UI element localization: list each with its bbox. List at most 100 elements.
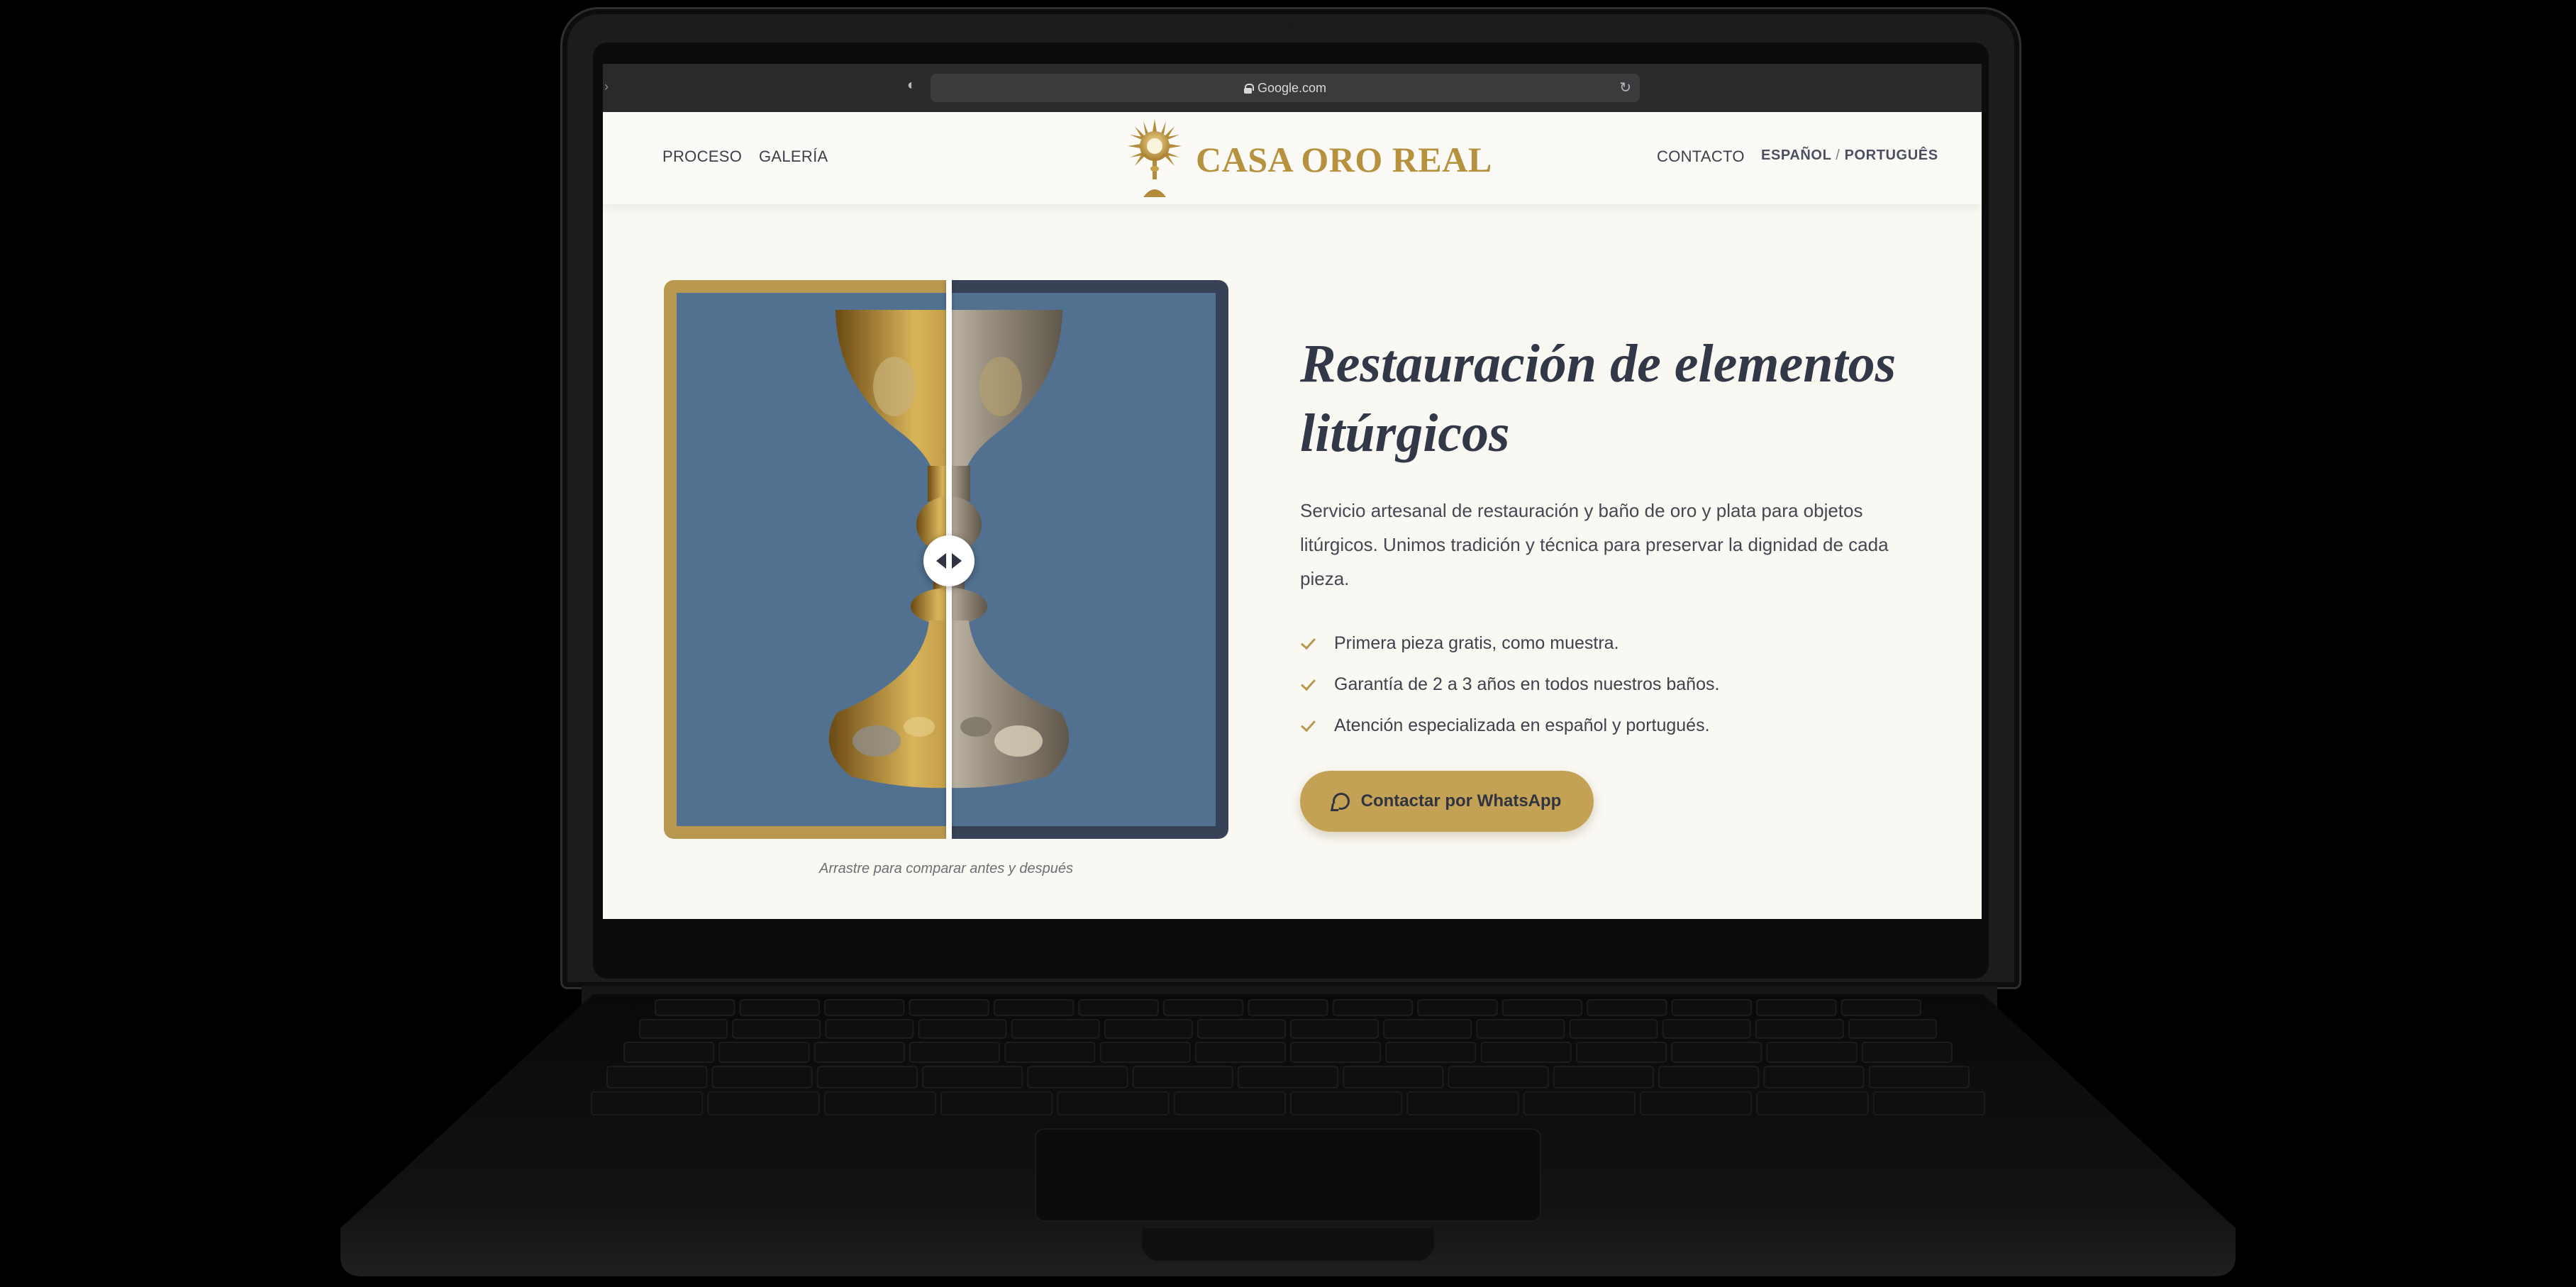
- keyboard-key: [921, 1066, 1023, 1088]
- keyboard-key: [1587, 999, 1667, 1016]
- keyboard-key: [1476, 1019, 1565, 1039]
- feature-item: Garantía de 2 a 3 años en todos nuestros…: [1300, 664, 1719, 705]
- keyboard-key: [1872, 1091, 1986, 1115]
- monstrance-logo-icon[interactable]: [1126, 118, 1183, 199]
- keyboard-key: [1763, 1066, 1865, 1088]
- keyboard-key: [1868, 1066, 1970, 1088]
- keyboard-key: [1448, 1066, 1549, 1088]
- keyboard-key: [1099, 1042, 1191, 1063]
- keyboard-key: [918, 1019, 1007, 1039]
- keyboard-key: [1755, 1019, 1844, 1039]
- check-icon: [1300, 675, 1318, 693]
- keyboard-key: [1248, 999, 1328, 1016]
- keyboard-key: [1569, 1019, 1658, 1039]
- keyboard-key: [1057, 1091, 1170, 1115]
- lang-pt[interactable]: PORTUGUÊS: [1845, 147, 1938, 163]
- keyboard-key: [639, 1019, 728, 1039]
- lang-separator: /: [1836, 147, 1841, 163]
- feature-text: Primera pieza gratis, como muestra.: [1334, 633, 1619, 653]
- keyboard-key: [1640, 1091, 1753, 1115]
- lang-es[interactable]: ESPAÑOL: [1761, 147, 1831, 163]
- arrows-left-right-icon: [936, 553, 962, 569]
- keyboard-key: [707, 1091, 820, 1115]
- keyboard-key: [1671, 1042, 1762, 1063]
- keyboard-key: [1417, 999, 1498, 1016]
- web-page: PROCESO GALERÍA CASA ORO REAL CONTACTO E…: [603, 112, 1982, 919]
- keyboard-key: [1290, 1091, 1403, 1115]
- hero-description: Servicio artesanal de restauración y bañ…: [1300, 500, 1889, 589]
- lock-icon: [1243, 83, 1254, 94]
- keyboard-key: [655, 999, 735, 1016]
- feature-text: Garantía de 2 a 3 años en todos nuestros…: [1334, 674, 1720, 694]
- keyboard-key: [1501, 999, 1583, 1016]
- keyboard-key: [1290, 1019, 1379, 1039]
- shield-icon[interactable]: ◐: [902, 77, 921, 97]
- keyboard-key: [1197, 1019, 1287, 1039]
- keyboard-key: [732, 1019, 821, 1039]
- hero-headline: Restauración de elementos litúrgicos: [1300, 329, 1953, 468]
- check-icon: [1300, 716, 1318, 735]
- keyboard-key: [909, 999, 989, 1016]
- keyboard-key: [1343, 1066, 1444, 1088]
- keyboard-key: [1004, 1042, 1096, 1063]
- webcam: [1287, 21, 1295, 30]
- slider-handle[interactable]: [923, 535, 975, 586]
- keyboard-key: [1132, 1066, 1233, 1088]
- address-bar[interactable]: Google.com ↻: [931, 74, 1640, 102]
- keyboard-key: [1841, 999, 1922, 1016]
- keyboard-key: [1237, 1066, 1339, 1088]
- cta-label: Contactar por WhatsApp: [1360, 791, 1562, 810]
- keyboard-key: [814, 1042, 905, 1063]
- keyboard-key: [1848, 1019, 1938, 1039]
- keyboard-key: [1290, 1042, 1382, 1063]
- keyboard-key: [1027, 1066, 1128, 1088]
- keyboard-key: [1104, 1019, 1193, 1039]
- feature-item: Atención especializada en español y port…: [1300, 705, 1719, 746]
- feature-item: Primera pieza gratis, como muestra.: [1300, 623, 1719, 664]
- keyboard-key: [606, 1066, 708, 1088]
- sidebar-toggle-icon[interactable]: ›: [604, 79, 609, 94]
- keyboard-key: [816, 1066, 918, 1088]
- keyboard-key: [1575, 1042, 1667, 1063]
- brand-name[interactable]: CASA ORO REAL: [1196, 139, 1492, 180]
- compare-caption: Arrastre para comparar antes y después: [819, 861, 1073, 876]
- nav-link-proceso[interactable]: PROCESO: [662, 147, 742, 166]
- keyboard-key: [825, 1019, 914, 1039]
- site-header: PROCESO GALERÍA CASA ORO REAL CONTACTO E…: [603, 112, 1982, 204]
- check-icon: [1300, 634, 1318, 652]
- keyboard-key: [718, 1042, 810, 1063]
- keyboard-key: [1658, 1066, 1760, 1088]
- keyboard-key: [1523, 1091, 1636, 1115]
- laptop-front-notch: [1142, 1228, 1434, 1261]
- whatsapp-contact-button[interactable]: Contactar por WhatsApp: [1300, 771, 1594, 832]
- keyboard-key: [739, 999, 820, 1016]
- browser-toolbar: › ◐ Google.com ↻: [603, 64, 1982, 112]
- nav-link-contacto[interactable]: CONTACTO: [1657, 147, 1745, 166]
- before-after-slider[interactable]: [664, 280, 1228, 839]
- reload-icon[interactable]: ↻: [1619, 79, 1631, 96]
- feature-text: Atención especializada en español y port…: [1334, 715, 1710, 735]
- keyboard-key: [1662, 1019, 1751, 1039]
- keyboard-key: [1671, 999, 1753, 1016]
- keyboard-key: [623, 1042, 715, 1063]
- keyboard-key: [823, 1091, 937, 1115]
- keyboard-key: [1332, 999, 1414, 1016]
- keyboard-key: [1861, 1042, 1953, 1063]
- browser-window: › ◐ Google.com ↻ PROCESO GALERÍA CASA OR…: [603, 64, 1982, 919]
- headline-line-1: Restauración de elementos: [1300, 334, 1897, 394]
- keyboard-key: [1011, 1019, 1100, 1039]
- keyboard-key: [1385, 1042, 1477, 1063]
- headline-line-2: litúrgicos: [1300, 403, 1510, 463]
- keyboard-key: [1766, 1042, 1858, 1063]
- keyboard-key: [1406, 1091, 1519, 1115]
- keyboard-key: [1756, 999, 1837, 1016]
- keyboard-key: [940, 1091, 1053, 1115]
- nav-link-galeria[interactable]: GALERÍA: [759, 147, 828, 166]
- keyboard-key: [1194, 1042, 1286, 1063]
- keyboard-key: [1480, 1042, 1572, 1063]
- url-text: Google.com: [1257, 80, 1327, 95]
- keyboard-key: [1078, 999, 1159, 1016]
- keyboard-key: [993, 999, 1075, 1016]
- keyboard-key: [1162, 999, 1244, 1016]
- keyboard-key: [591, 1091, 704, 1115]
